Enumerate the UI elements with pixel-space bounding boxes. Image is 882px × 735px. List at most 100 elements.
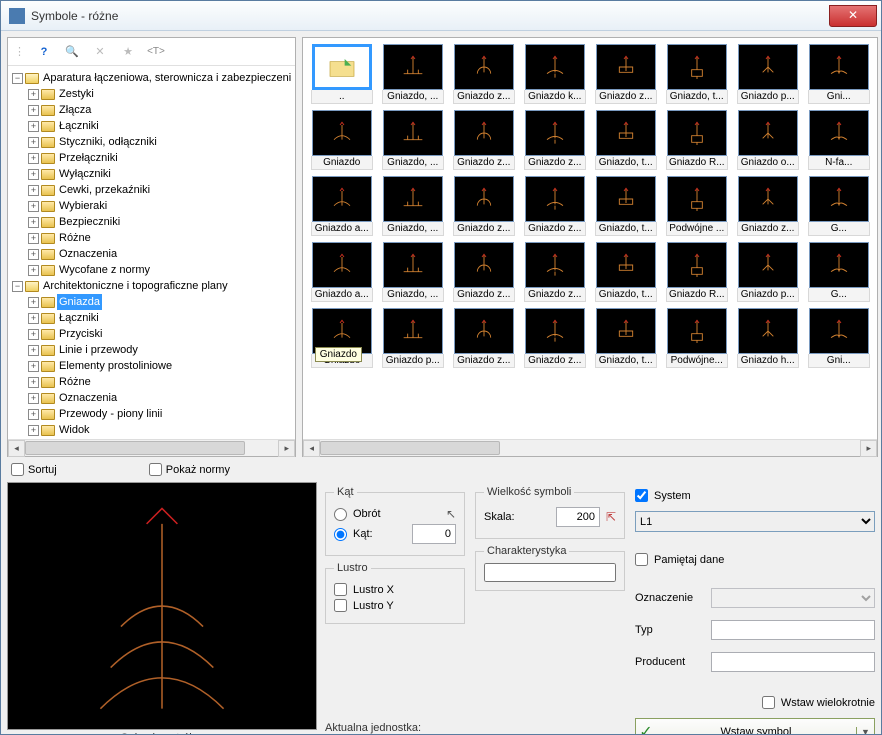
designation-select[interactable]: [711, 588, 875, 608]
expander-icon[interactable]: +: [28, 233, 39, 244]
thumbnail-item[interactable]: ..: [309, 44, 374, 104]
expander-icon[interactable]: +: [28, 169, 39, 180]
tree-node[interactable]: +Linie i przewody: [28, 342, 293, 358]
scale-pick-icon[interactable]: ⇱: [606, 510, 616, 524]
thumbnail-item[interactable]: Gniazdo: [309, 110, 374, 170]
text-tag-icon[interactable]: <T>: [147, 43, 165, 61]
angle-input[interactable]: [412, 524, 456, 544]
sort-checkbox[interactable]: Sortuj: [11, 463, 57, 476]
angle-radio[interactable]: Kąt:: [334, 524, 456, 544]
thumbnail-item[interactable]: Gniazdo o...: [735, 110, 800, 170]
thumbs-scroll[interactable]: ..Gniazdo, ...Gniazdo z...Gniazdo k...Gn…: [303, 38, 877, 439]
tree-node[interactable]: +Łączniki: [28, 310, 293, 326]
system-checkbox[interactable]: System: [635, 489, 875, 502]
thumbnail-item[interactable]: Gniazdo, t...: [593, 176, 658, 236]
dropdown-icon[interactable]: ▼: [856, 727, 874, 734]
multi-insert-checkbox[interactable]: Wstaw wielokrotnie: [635, 696, 875, 709]
thumbnail-item[interactable]: Gniazdo, ...: [380, 176, 445, 236]
expander-icon[interactable]: +: [28, 217, 39, 228]
expander-icon[interactable]: +: [28, 105, 39, 116]
expander-icon[interactable]: +: [28, 313, 39, 324]
thumbnail-item[interactable]: Gniazdo z...: [522, 110, 587, 170]
expander-icon[interactable]: +: [28, 265, 39, 276]
expander-icon[interactable]: +: [28, 89, 39, 100]
thumbnail-item[interactable]: Gniazdo z...: [735, 176, 800, 236]
tree-node[interactable]: +Łączniki: [28, 118, 293, 134]
thumbnail-item[interactable]: Gniazdo k...: [522, 44, 587, 104]
thumbnail-item[interactable]: N-fa...: [806, 110, 871, 170]
tree-node[interactable]: +Oznaczenia: [28, 246, 293, 262]
tree-node[interactable]: +Różne: [28, 230, 293, 246]
tree-node[interactable]: +Wybieraki: [28, 198, 293, 214]
thumbnail-item[interactable]: Gniazdo, t...: [664, 44, 729, 104]
scroll-left-icon[interactable]: ◂: [303, 440, 320, 457]
scroll-right-icon[interactable]: ▸: [860, 440, 877, 457]
expander-icon[interactable]: +: [28, 249, 39, 260]
expander-icon[interactable]: −: [12, 281, 23, 292]
tree-node[interactable]: +Widok: [28, 422, 293, 438]
tree-node[interactable]: +Różne: [28, 374, 293, 390]
expander-icon[interactable]: +: [28, 377, 39, 388]
find-icon[interactable]: 🔍: [63, 43, 81, 61]
tree-node-aparatura[interactable]: − Aparatura łączeniowa, sterownicza i za…: [12, 70, 293, 86]
thumbnail-item[interactable]: Podwójne ...: [664, 176, 729, 236]
expander-icon[interactable]: +: [28, 185, 39, 196]
expander-icon[interactable]: +: [28, 361, 39, 372]
thumbnail-item[interactable]: Gniazdo p...: [735, 242, 800, 302]
scale-input[interactable]: [556, 507, 600, 527]
rotation-radio[interactable]: Obrót ↖: [334, 507, 456, 521]
thumbnail-item[interactable]: Gniazdo p...: [735, 44, 800, 104]
thumbnail-item[interactable]: Gniazdo, t...: [593, 242, 658, 302]
expander-icon[interactable]: +: [28, 137, 39, 148]
expander-icon[interactable]: +: [28, 201, 39, 212]
thumbnail-item[interactable]: Gni...: [806, 308, 871, 368]
thumbnail-item[interactable]: Gniazdo z...: [451, 110, 516, 170]
thumbnail-item[interactable]: Gniazdo, ...: [380, 110, 445, 170]
thumbnail-item[interactable]: Gniazdo p...: [380, 308, 445, 368]
delete-icon[interactable]: ✕: [91, 43, 109, 61]
thumbnail-item[interactable]: Gniazdo, ...: [380, 44, 445, 104]
thumbnail-item[interactable]: G...: [806, 242, 871, 302]
tree-node[interactable]: +Przewody - piony linii: [28, 406, 293, 422]
mirror-y-checkbox[interactable]: Lustro Y: [334, 599, 456, 612]
thumbnail-item[interactable]: Gniazdo, t...: [593, 308, 658, 368]
tree-node[interactable]: +Złącza: [28, 102, 293, 118]
thumbnail-item[interactable]: Gniazdo R...: [664, 242, 729, 302]
scroll-thumb[interactable]: [320, 441, 500, 455]
tree-node[interactable]: +Bezpieczniki: [28, 214, 293, 230]
thumbnail-item[interactable]: Gniazdo z...: [451, 308, 516, 368]
thumbnail-item[interactable]: Gniazdo z...: [522, 242, 587, 302]
thumbnail-item[interactable]: Gniazdo, t...: [593, 110, 658, 170]
tree-node[interactable]: +Gniazda: [28, 294, 293, 310]
thumbnail-item[interactable]: Gniazdo z...: [593, 44, 658, 104]
expander-icon[interactable]: +: [28, 121, 39, 132]
expander-icon[interactable]: −: [12, 73, 23, 84]
tree-hscroll[interactable]: ◂ ▸: [8, 439, 295, 456]
tree-scroll[interactable]: − Aparatura łączeniowa, sterownicza i za…: [8, 66, 295, 439]
thumbnail-item[interactable]: Gniazdo z...: [451, 176, 516, 236]
tree-node-architekt[interactable]: − Architektoniczne i topograficzne plany: [12, 278, 293, 294]
tree-node[interactable]: +Elementy prostoliniowe: [28, 358, 293, 374]
remember-checkbox[interactable]: Pamiętaj dane: [635, 553, 875, 566]
tree-node[interactable]: +Przyciski: [28, 326, 293, 342]
type-input[interactable]: [711, 620, 875, 640]
thumbnail-item[interactable]: Gniazdo a...: [309, 242, 374, 302]
tree-node[interactable]: +Oznaczenia: [28, 390, 293, 406]
thumbnail-item[interactable]: Gniazdo, ...: [380, 242, 445, 302]
thumbnail-item[interactable]: Podwójne...: [664, 308, 729, 368]
thumbnail-item[interactable]: Gniazdo z...: [451, 44, 516, 104]
expander-icon[interactable]: +: [28, 409, 39, 420]
characteristic-input[interactable]: [484, 563, 616, 582]
system-select[interactable]: L1: [635, 511, 875, 532]
tree-node[interactable]: +Wyłączniki: [28, 166, 293, 182]
expander-icon[interactable]: +: [28, 393, 39, 404]
thumbnail-item[interactable]: Gniazdo z...: [522, 176, 587, 236]
show-norms-checkbox[interactable]: Pokaż normy: [149, 463, 230, 476]
tree-node[interactable]: +Przełączniki: [28, 150, 293, 166]
expander-icon[interactable]: +: [28, 425, 39, 436]
help-icon[interactable]: ?: [35, 43, 53, 61]
insert-symbol-button[interactable]: ✓ Wstaw symbol ▼: [635, 718, 875, 734]
scroll-thumb[interactable]: [25, 441, 245, 455]
tree-node[interactable]: +Styczniki, odłączniki: [28, 134, 293, 150]
thumbnail-item[interactable]: Gniazdo a...: [309, 176, 374, 236]
